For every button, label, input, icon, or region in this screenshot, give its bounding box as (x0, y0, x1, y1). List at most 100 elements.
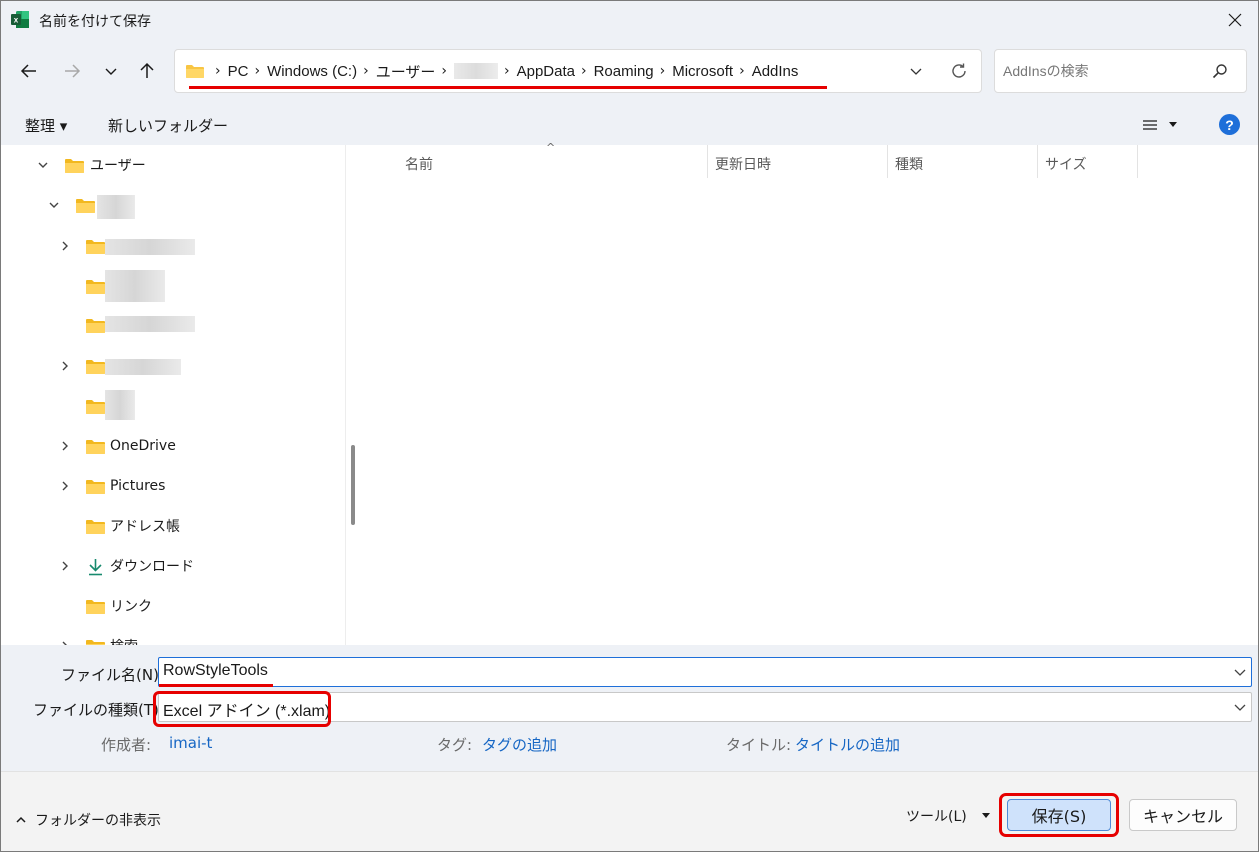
tree-item-pictures[interactable]: Pictures (1, 466, 345, 506)
column-divider[interactable] (707, 145, 708, 178)
tree-item-contacts[interactable]: アドレス帳 (1, 506, 345, 546)
search-box[interactable] (994, 49, 1247, 93)
chevron-right-icon[interactable] (58, 239, 72, 253)
title-bar: x 名前を付けて保存 (1, 1, 1258, 39)
column-header-type[interactable]: 種類 (895, 154, 923, 174)
folder-icon (86, 520, 105, 534)
refresh-button[interactable] (947, 60, 971, 82)
breadcrumb-appdata[interactable]: AppData (517, 63, 575, 80)
command-bar: 整理 ▾ 新しいフォルダー ? (1, 103, 1258, 145)
search-input[interactable] (1003, 60, 1203, 82)
arrow-right-icon (65, 64, 81, 78)
cancel-button[interactable]: キャンセル (1129, 799, 1237, 831)
highlight-underline (159, 684, 273, 687)
window-title: 名前を付けて保存 (39, 14, 151, 30)
hide-folders-toggle[interactable]: フォルダーの非表示 (15, 810, 161, 830)
filename-value[interactable]: RowStyleTools (163, 662, 268, 680)
tree-item-label: リンク (110, 599, 152, 615)
hide-folders-label: フォルダーの非表示 (35, 813, 161, 829)
chevron-right-icon[interactable] (58, 359, 72, 373)
author-value[interactable]: imai-t (169, 734, 212, 752)
chevron-down-icon (910, 68, 922, 75)
folder-icon (186, 65, 204, 78)
column-divider[interactable] (887, 145, 888, 178)
navigation-scrollbar[interactable] (345, 145, 363, 645)
chevron-up-icon (16, 816, 26, 823)
column-divider[interactable] (1137, 145, 1138, 178)
tree-item-label: Pictures (110, 478, 166, 494)
chevron-down-icon[interactable] (47, 198, 61, 212)
tree-item-redacted[interactable] (1, 266, 345, 306)
file-list[interactable]: ^ 名前 更新日時 種類 サイズ (363, 141, 1258, 645)
recent-locations-button[interactable] (97, 57, 125, 85)
tree-item-redacted[interactable] (1, 346, 345, 386)
address-history-dropdown[interactable] (905, 61, 927, 81)
redacted-label (97, 195, 135, 219)
breadcrumb-separator: › (441, 63, 447, 79)
address-bar[interactable]: › PC › Windows (C:) › ユーザー › › AppData ›… (174, 49, 982, 93)
folder-icon (86, 440, 105, 454)
folder-icon (86, 319, 105, 333)
view-options-button[interactable] (1142, 115, 1188, 135)
folder-icon (86, 280, 105, 294)
refresh-icon (952, 63, 966, 78)
sort-ascending-icon: ^ (546, 141, 556, 154)
chevron-down-icon[interactable] (1233, 665, 1247, 679)
tree-item-links[interactable]: リンク (1, 586, 345, 626)
folder-icon (86, 400, 105, 414)
redacted-label (105, 239, 195, 255)
filename-field[interactable]: RowStyleTools (158, 657, 1252, 687)
tree-item-onedrive[interactable]: OneDrive (1, 426, 345, 466)
breadcrumb-microsoft[interactable]: Microsoft (672, 63, 733, 80)
breadcrumb-separator: › (504, 63, 510, 79)
forward-button[interactable] (58, 57, 86, 85)
tree-item-label: OneDrive (110, 438, 176, 454)
breadcrumb-redacted-user[interactable] (454, 63, 498, 79)
highlight-underline (189, 86, 827, 89)
tools-menu[interactable]: ツール(L) (906, 806, 991, 826)
folder-icon (86, 240, 105, 254)
chevron-right-icon[interactable] (58, 439, 72, 453)
new-folder-button[interactable]: 新しいフォルダー (108, 115, 228, 136)
breadcrumb-roaming[interactable]: Roaming (594, 63, 654, 80)
breadcrumb-drive[interactable]: Windows (C:) (267, 63, 357, 80)
add-title-link[interactable]: タイトルの追加 (795, 734, 900, 755)
breadcrumb-addins[interactable]: AddIns (752, 63, 799, 80)
breadcrumb-pc[interactable]: PC (228, 63, 249, 80)
breadcrumb-separator: › (659, 63, 666, 79)
tree-item-redacted[interactable] (1, 226, 345, 266)
column-header-modified[interactable]: 更新日時 (715, 154, 771, 174)
tree-item-downloads[interactable]: ダウンロード (1, 546, 345, 586)
chevron-down-icon[interactable] (1233, 700, 1247, 714)
add-tags-link[interactable]: タグの追加 (482, 734, 557, 755)
chevron-right-icon[interactable] (58, 479, 72, 493)
tree-item-user-folder[interactable] (1, 185, 345, 225)
tree-item-redacted[interactable] (1, 386, 345, 426)
breadcrumb-users[interactable]: ユーザー (376, 61, 436, 82)
tree-item-label: ユーザー (90, 158, 146, 174)
organize-menu[interactable]: 整理 ▾ (25, 115, 67, 136)
chevron-down-icon[interactable] (36, 158, 50, 172)
folder-icon (76, 199, 95, 213)
chevron-right-icon[interactable] (58, 559, 72, 573)
help-button[interactable]: ? (1219, 114, 1240, 135)
highlight-box (153, 691, 331, 727)
chevron-down-icon (105, 68, 117, 75)
close-button[interactable] (1212, 1, 1258, 39)
tags-label: タグ: (437, 736, 473, 754)
redacted-label (105, 270, 165, 302)
tree-item-label: 検索 (110, 636, 138, 645)
folder-icon (86, 600, 105, 614)
column-divider[interactable] (1037, 145, 1038, 178)
column-header-size[interactable]: サイズ (1045, 154, 1087, 174)
scrollbar-thumb[interactable] (351, 445, 355, 525)
breadcrumb-separator: › (254, 63, 261, 79)
download-icon (89, 559, 102, 576)
tree-item-searches[interactable]: 検索 (1, 626, 345, 645)
column-header-name[interactable]: 名前 (405, 154, 433, 174)
tree-item-users[interactable]: ユーザー (1, 145, 345, 185)
tree-item-redacted[interactable] (1, 305, 345, 345)
up-button[interactable] (133, 57, 161, 85)
save-options-form: ファイル名(N): RowStyleTools ファイルの種類(T): Exce… (1, 645, 1258, 771)
back-button[interactable] (15, 57, 43, 85)
